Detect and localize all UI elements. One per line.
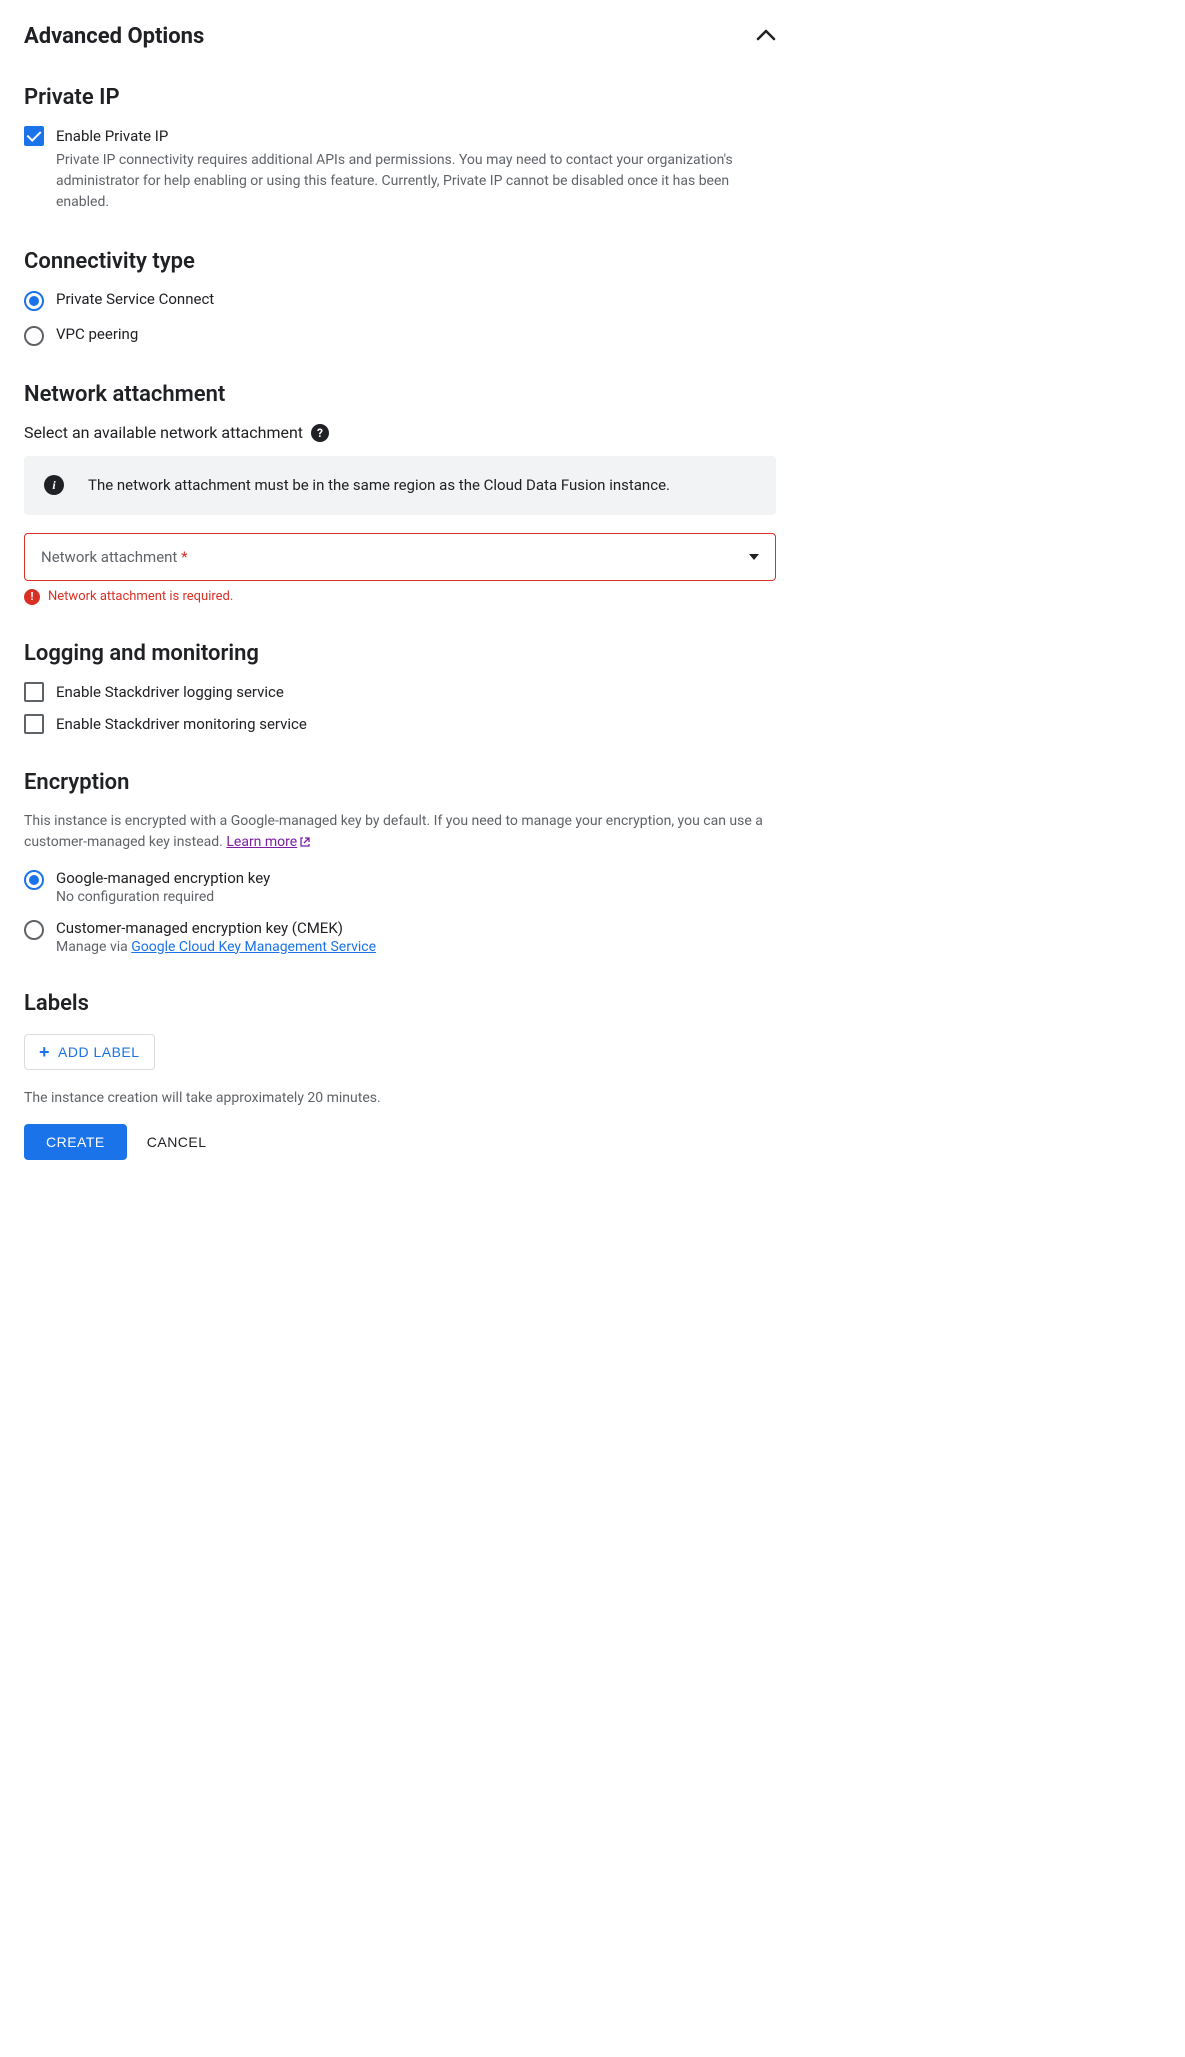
select-placeholder: Network attachment * <box>41 548 188 566</box>
network-attachment-heading: Network attachment <box>24 382 776 407</box>
radio-label: Google-managed encryption key <box>56 869 270 887</box>
radio-label: Customer-managed encryption key (CMEK) <box>56 919 376 937</box>
advanced-options-header[interactable]: Advanced Options <box>24 24 776 49</box>
radio-label: Private Service Connect <box>56 290 214 308</box>
stackdriver-logging-label: Enable Stackdriver logging service <box>56 683 284 701</box>
advanced-options-title: Advanced Options <box>24 24 204 49</box>
error-text: Network attachment is required. <box>48 589 233 604</box>
chevron-up-icon <box>756 29 776 45</box>
radio-sublabel: No configuration required <box>56 889 270 905</box>
radio-icon <box>24 291 44 311</box>
private-ip-section: Private IP Enable Private IP Private IP … <box>24 85 776 213</box>
help-icon[interactable]: ? <box>311 424 329 442</box>
creation-time-note: The instance creation will take approxim… <box>24 1090 776 1106</box>
private-ip-heading: Private IP <box>24 85 776 110</box>
cancel-button[interactable]: CANCEL <box>147 1134 207 1150</box>
network-attachment-subheading: Select an available network attachment <box>24 423 303 442</box>
network-attachment-section: Network attachment Select an available n… <box>24 382 776 605</box>
stackdriver-monitoring-checkbox[interactable] <box>24 714 44 734</box>
error-icon: ! <box>24 589 40 605</box>
radio-label: VPC peering <box>56 325 138 343</box>
encryption-desc: This instance is encrypted with a Google… <box>24 811 776 853</box>
logging-heading: Logging and monitoring <box>24 641 776 666</box>
radio-google-managed[interactable]: Google-managed encryption key No configu… <box>24 869 776 905</box>
add-label-text: ADD LABEL <box>58 1044 140 1060</box>
radio-sublabel: Manage via Google Cloud Key Management S… <box>56 939 376 955</box>
radio-icon <box>24 326 44 346</box>
network-attachment-select[interactable]: Network attachment * <box>24 533 776 581</box>
info-icon: i <box>44 475 64 495</box>
labels-section: Labels + ADD LABEL <box>24 991 776 1070</box>
stackdriver-logging-checkbox[interactable] <box>24 682 44 702</box>
network-attachment-error: ! Network attachment is required. <box>24 589 776 605</box>
logging-section: Logging and monitoring Enable Stackdrive… <box>24 641 776 734</box>
action-buttons: CREATE CANCEL <box>24 1124 776 1160</box>
info-text: The network attachment must be in the sa… <box>88 474 670 497</box>
learn-more-link[interactable]: Learn more <box>226 834 311 850</box>
enable-private-ip-checkbox[interactable] <box>24 126 44 146</box>
radio-private-service-connect[interactable]: Private Service Connect <box>24 290 776 311</box>
caret-down-icon <box>749 554 759 560</box>
labels-heading: Labels <box>24 991 776 1016</box>
info-banner: i The network attachment must be in the … <box>24 456 776 515</box>
encryption-heading: Encryption <box>24 770 776 795</box>
radio-cmek[interactable]: Customer-managed encryption key (CMEK) M… <box>24 919 776 955</box>
connectivity-heading: Connectivity type <box>24 249 776 274</box>
encryption-section: Encryption This instance is encrypted wi… <box>24 770 776 955</box>
create-button[interactable]: CREATE <box>24 1124 127 1160</box>
add-label-button[interactable]: + ADD LABEL <box>24 1034 155 1070</box>
radio-icon <box>24 870 44 890</box>
plus-icon: + <box>39 1043 50 1061</box>
stackdriver-monitoring-label: Enable Stackdriver monitoring service <box>56 715 307 733</box>
radio-icon <box>24 920 44 940</box>
external-link-icon <box>299 832 311 853</box>
kms-link[interactable]: Google Cloud Key Management Service <box>131 939 376 955</box>
connectivity-section: Connectivity type Private Service Connec… <box>24 249 776 346</box>
private-ip-helper: Private IP connectivity requires additio… <box>56 150 776 213</box>
enable-private-ip-label: Enable Private IP <box>56 127 168 145</box>
radio-vpc-peering[interactable]: VPC peering <box>24 325 776 346</box>
